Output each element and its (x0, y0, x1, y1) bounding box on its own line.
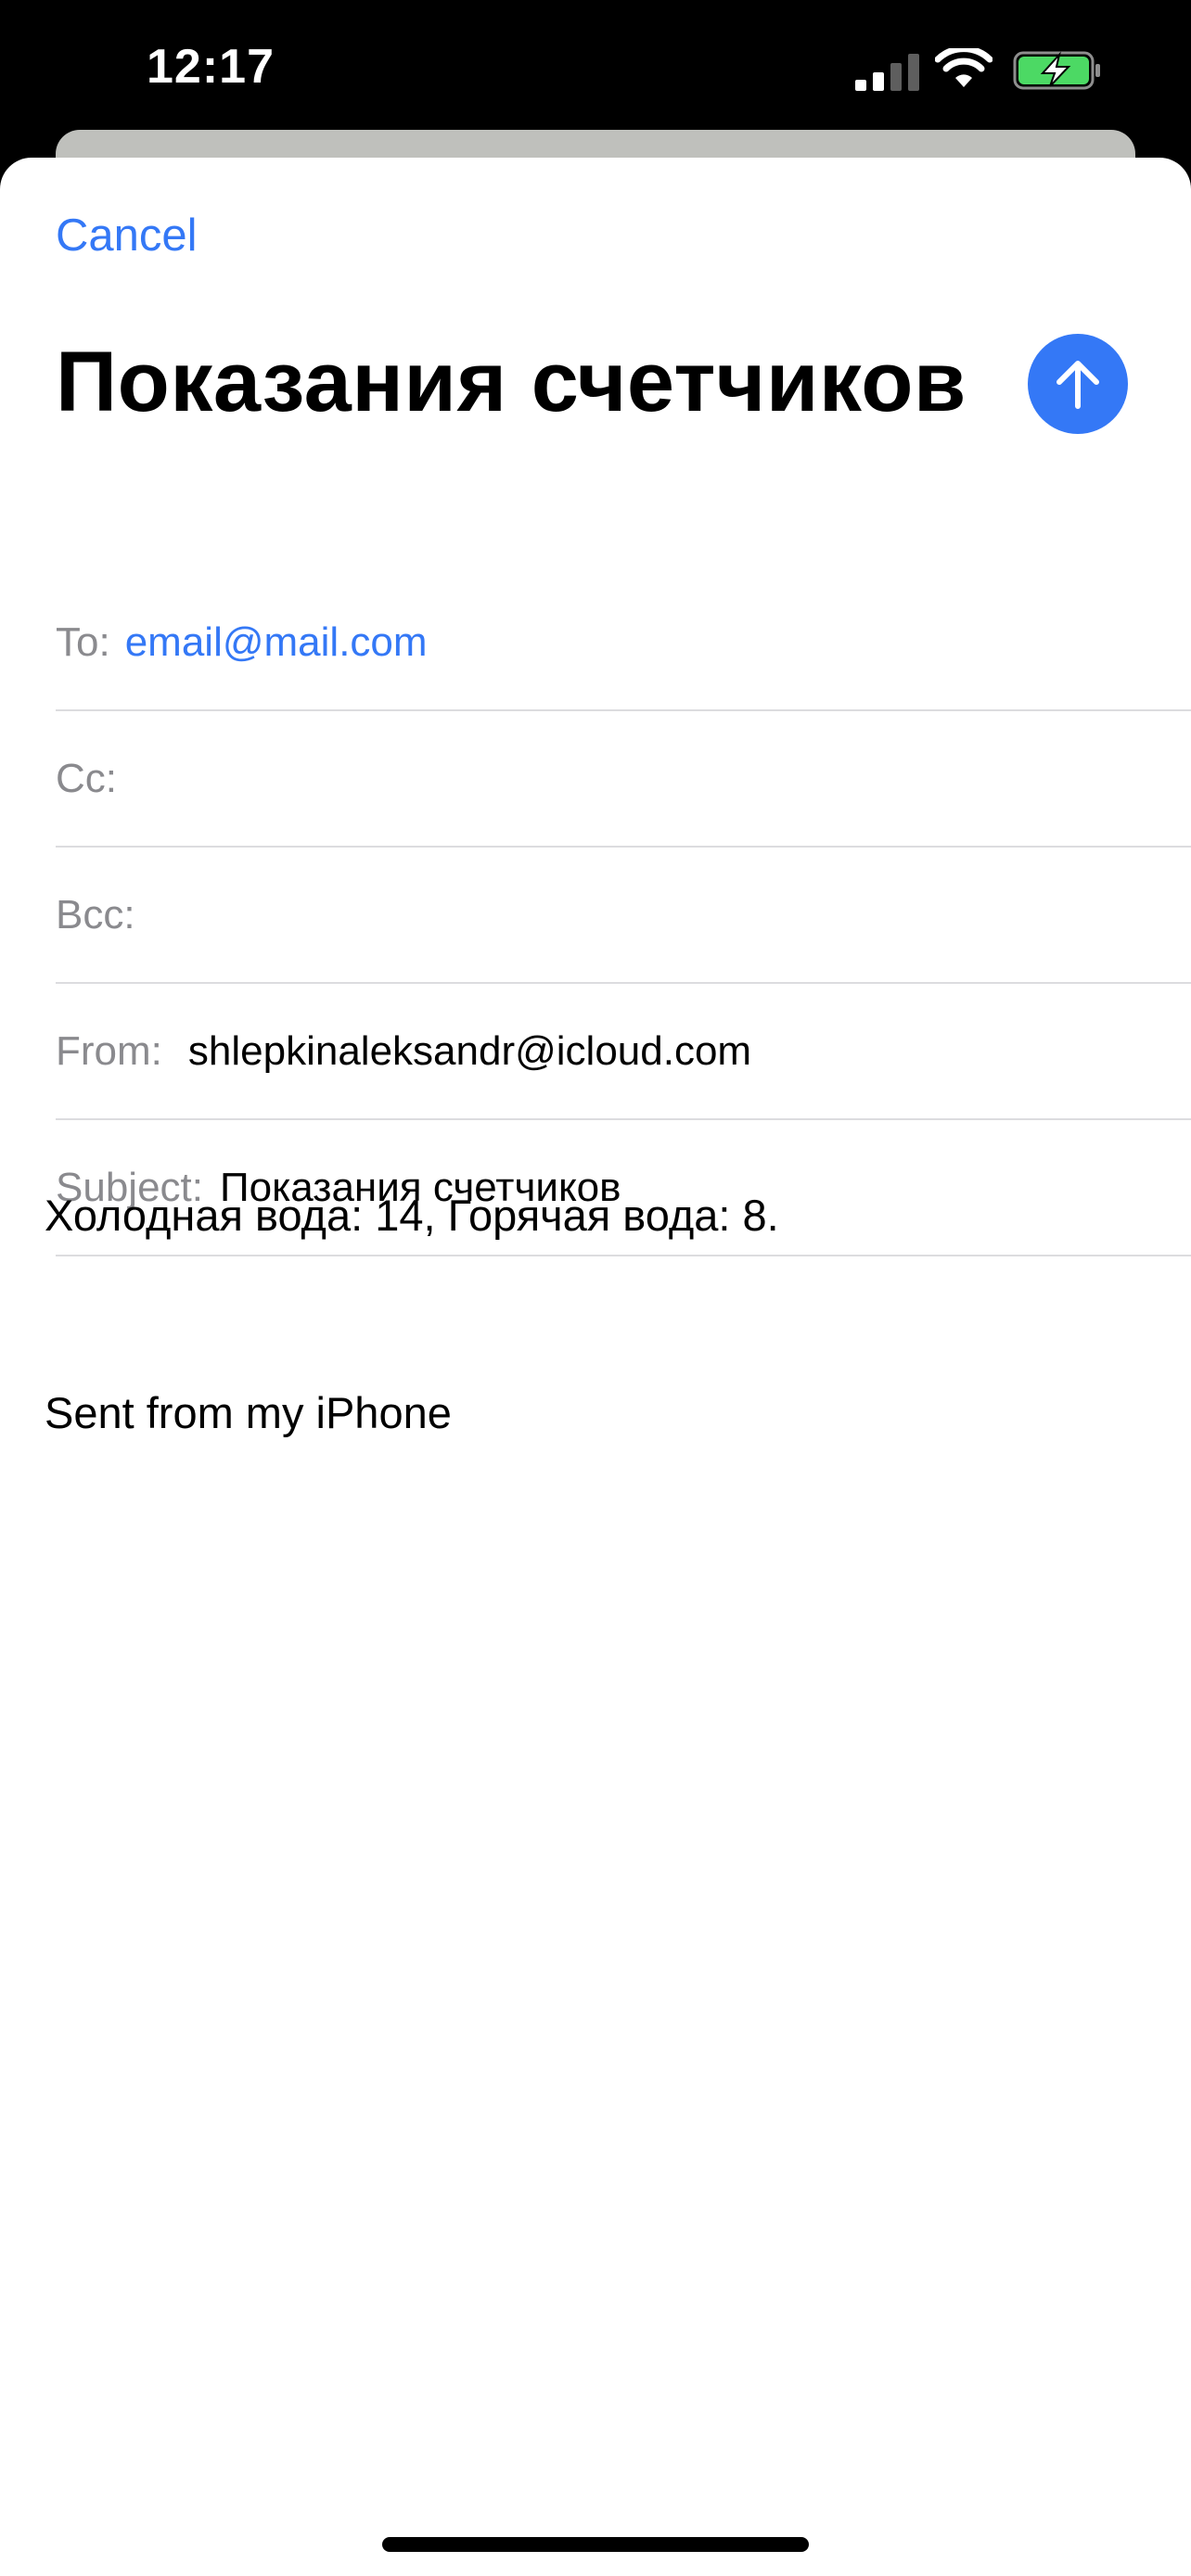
from-label: From: (56, 1027, 162, 1074)
screen: 12:17 Cancel Показания счетчиков To: ema… (0, 0, 1191, 2576)
message-body[interactable]: Холодная вода: 14, Горячая вода: 8. (45, 1187, 1158, 1243)
to-label: To: (56, 618, 110, 665)
compose-title: Показания счетчиков (56, 335, 967, 429)
wifi-icon (935, 48, 992, 87)
send-button[interactable] (1028, 334, 1128, 434)
to-recipient[interactable]: email@mail.com (125, 619, 428, 666)
cc-label: Cc: (56, 755, 117, 801)
from-field[interactable]: From: shlepkinaleksandr@icloud.com (56, 984, 1191, 1120)
home-indicator[interactable] (382, 2537, 809, 2552)
cancel-button[interactable]: Cancel (56, 210, 198, 261)
to-field[interactable]: To: email@mail.com (56, 575, 1191, 711)
message-signature[interactable]: Sent from my iPhone (45, 1387, 452, 1438)
cellular-signal-icon (855, 54, 919, 91)
from-address[interactable]: shlepkinaleksandr@icloud.com (188, 1028, 751, 1075)
bcc-label: Bcc: (56, 891, 135, 937)
status-bar: 12:17 (0, 0, 1191, 139)
bcc-field[interactable]: Bcc: (56, 848, 1191, 984)
cc-field[interactable]: Cc: (56, 711, 1191, 848)
compose-sheet: Cancel Показания счетчиков To: email@mai… (0, 158, 1191, 2576)
battery-charging-icon (1013, 51, 1100, 90)
arrow-up-icon (1057, 361, 1099, 409)
status-time: 12:17 (147, 40, 275, 94)
